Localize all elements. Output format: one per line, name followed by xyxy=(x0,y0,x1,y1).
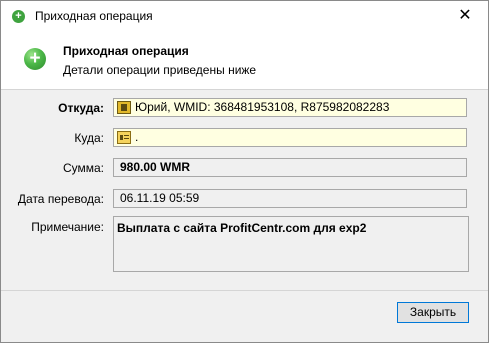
note-value: Выплата с сайта ProfitCentr.com для exp2 xyxy=(117,221,367,235)
to-value: . xyxy=(135,130,139,144)
id-card-icon xyxy=(117,131,131,144)
amount-label: Сумма: xyxy=(62,161,104,175)
date-field[interactable]: 06.11.19 05:59 xyxy=(113,189,467,208)
close-button[interactable]: Закрыть xyxy=(397,302,469,323)
title-bar: + Приходная операция ✕ xyxy=(1,1,488,31)
from-value: Юрий, WMID: 368481953108, R875982082283 xyxy=(135,100,390,114)
purse-icon xyxy=(117,101,131,114)
header-title: Приходная операция xyxy=(63,44,189,58)
from-field[interactable]: Юрий, WMID: 368481953108, R875982082283 xyxy=(113,98,467,117)
app-plus-icon: + xyxy=(12,10,25,23)
date-label: Дата перевода: xyxy=(17,192,104,206)
to-field[interactable]: . xyxy=(113,128,467,147)
date-value: 06.11.19 05:59 xyxy=(120,191,200,205)
dialog-window: + Приходная операция ✕ + Приходная опера… xyxy=(0,0,489,343)
plus-circle-icon: + xyxy=(24,48,46,70)
header-subtitle: Детали операции приведены ниже xyxy=(63,63,257,77)
to-label: Куда: xyxy=(74,131,104,145)
close-window-button[interactable]: ✕ xyxy=(442,1,488,31)
dialog-header: + Приходная операция Детали операции при… xyxy=(1,31,488,90)
window-title: Приходная операция xyxy=(35,9,153,23)
note-field[interactable]: Выплата с сайта ProfitCentr.com для exp2 xyxy=(113,216,469,272)
amount-value: 980.00 WMR xyxy=(120,160,191,174)
amount-field[interactable]: 980.00 WMR xyxy=(113,158,467,177)
footer-divider xyxy=(1,290,488,291)
note-label: Примечание: xyxy=(31,220,104,234)
from-label: Откуда: xyxy=(58,101,104,115)
